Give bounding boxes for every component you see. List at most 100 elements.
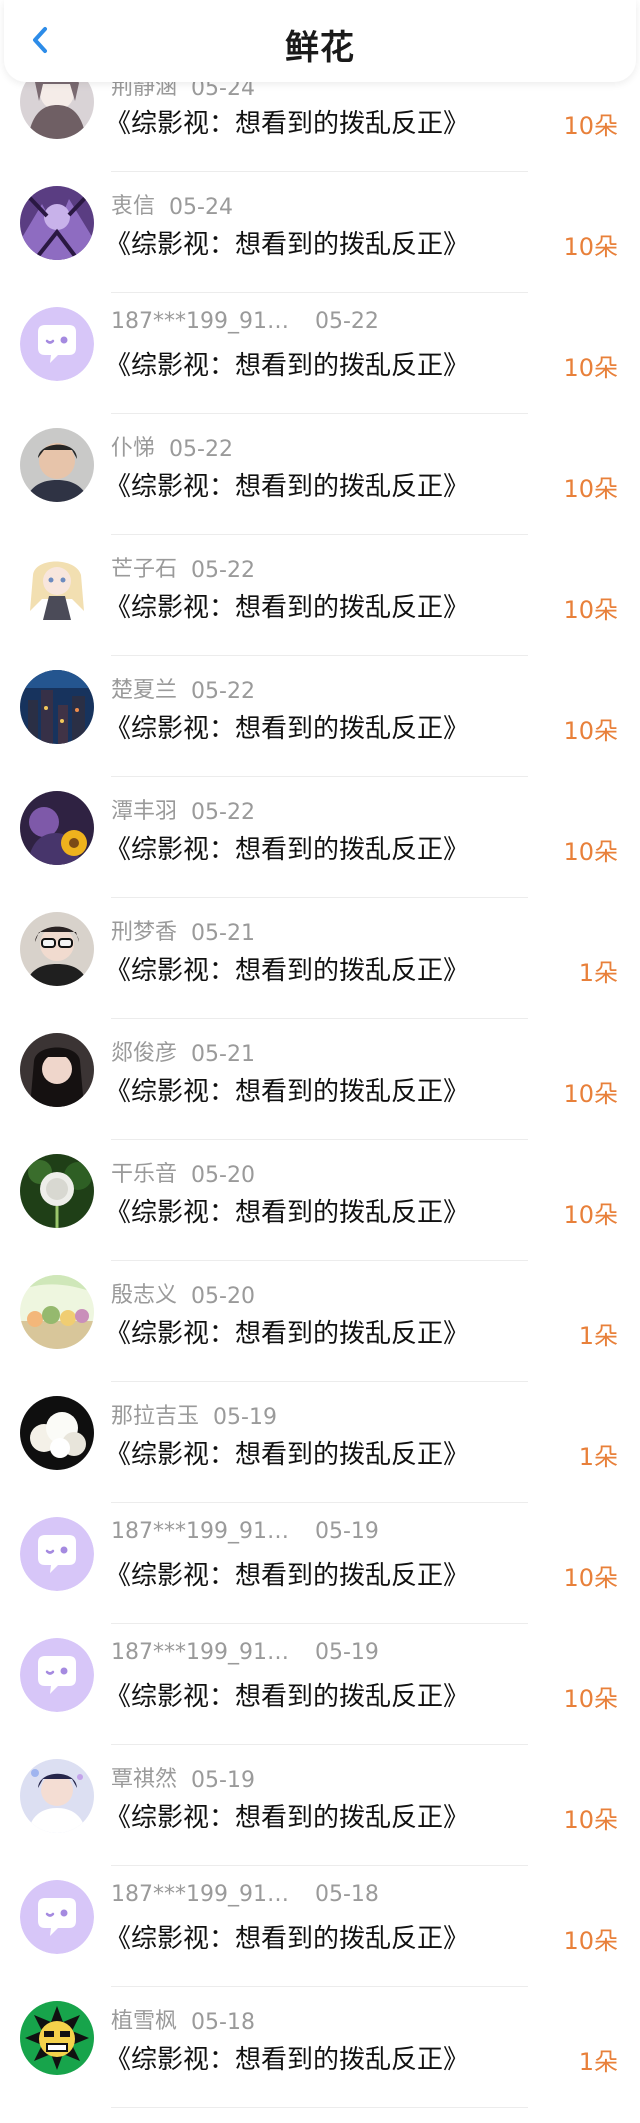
gift-row[interactable]: 187***199_915... 05-19 《综影视：想看到的拨乱反正》 10朵 xyxy=(0,1624,640,1745)
gift-date: 05-18 xyxy=(191,2010,255,2035)
work-title[interactable]: 《综影视：想看到的拨乱反正》 xyxy=(105,1192,469,1229)
gift-row[interactable]: 187***199_915... 05-19 《综影视：想看到的拨乱反正》 10朵 xyxy=(0,1503,640,1624)
gift-meta: 187***199_915... 05-18 xyxy=(111,1882,379,1907)
work-title[interactable]: 《综影视：想看到的拨乱反正》 xyxy=(105,345,469,382)
user-avatar[interactable] xyxy=(20,186,94,260)
work-title[interactable]: 《综影视：想看到的拨乱反正》 xyxy=(105,466,469,503)
user-avatar[interactable] xyxy=(20,1033,94,1107)
gift-date: 05-22 xyxy=(191,558,255,583)
work-title[interactable]: 《综影视：想看到的拨乱反正》 xyxy=(105,103,469,140)
username: 刑梦香 xyxy=(111,920,178,945)
gift-date: 05-19 xyxy=(191,1768,255,1793)
gift-row[interactable]: 芒子石 05-22 《综影视：想看到的拨乱反正》 10朵 xyxy=(0,535,640,656)
username: 那拉吉玉 xyxy=(111,1404,200,1429)
gift-date: 05-24 xyxy=(169,195,233,220)
default-chat-avatar-icon xyxy=(20,1880,94,1954)
work-title[interactable]: 《综影视：想看到的拨乱反正》 xyxy=(105,2039,469,2076)
user-avatar[interactable] xyxy=(20,2001,94,2075)
gift-meta: 潭丰羽 05-22 xyxy=(111,793,255,825)
gift-row[interactable]: 干乐音 05-20 《综影视：想看到的拨乱反正》 10朵 xyxy=(0,1140,640,1261)
user-avatar[interactable] xyxy=(20,1759,94,1833)
gift-row[interactable]: 植雪枫 05-18 《综影视：想看到的拨乱反正》 1朵 xyxy=(0,1987,640,2108)
anime-girl-avatar-icon xyxy=(20,549,94,623)
gift-row[interactable]: 那拉吉玉 05-19 《综影视：想看到的拨乱反正》 1朵 xyxy=(0,1382,640,1503)
gift-date: 05-22 xyxy=(191,800,255,825)
username: 潭丰羽 xyxy=(111,799,178,824)
gift-row[interactable]: 潭丰羽 05-22 《综影视：想看到的拨乱反正》 10朵 xyxy=(0,777,640,898)
username: 殷志义 xyxy=(111,1283,178,1308)
work-title[interactable]: 《综影视：想看到的拨乱反正》 xyxy=(105,950,469,987)
work-title[interactable]: 《综影视：想看到的拨乱反正》 xyxy=(105,1313,469,1350)
idol-avatar-icon xyxy=(20,1759,94,1833)
user-avatar[interactable] xyxy=(20,1154,94,1228)
gift-date: 05-19 xyxy=(315,1640,379,1665)
gift-row[interactable]: 覃祺然 05-19 《综影视：想看到的拨乱反正》 10朵 xyxy=(0,1745,640,1866)
work-title[interactable]: 《综影视：想看到的拨乱反正》 xyxy=(105,1676,469,1713)
user-avatar[interactable] xyxy=(20,1517,94,1591)
gift-row[interactable]: 荆静涵 05-24 《综影视：想看到的拨乱反正》 10朵 xyxy=(0,65,640,172)
work-title[interactable]: 《综影视：想看到的拨乱反正》 xyxy=(105,1071,469,1108)
username: 187***199_915... xyxy=(111,309,301,334)
gift-row[interactable]: 仆悌 05-22 《综影视：想看到的拨乱反正》 10朵 xyxy=(0,414,640,535)
gift-meta: 那拉吉玉 05-19 xyxy=(111,1398,277,1430)
gift-row[interactable]: 楚夏兰 05-22 《综影视：想看到的拨乱反正》 10朵 xyxy=(0,656,640,777)
gift-meta: 植雪枫 05-18 xyxy=(111,2003,255,2035)
gift-meta: 覃祺然 05-19 xyxy=(111,1761,255,1793)
flower-count: 10朵 xyxy=(563,717,618,745)
work-title[interactable]: 《综影视：想看到的拨乱反正》 xyxy=(105,1434,469,1471)
flower-count: 10朵 xyxy=(563,1080,618,1108)
purple-art-avatar-icon xyxy=(20,186,94,260)
dandelion-avatar-icon xyxy=(20,1154,94,1228)
work-title[interactable]: 《综影视：想看到的拨乱反正》 xyxy=(105,829,469,866)
default-chat-avatar-icon xyxy=(20,1517,94,1591)
username: 楚夏兰 xyxy=(111,678,178,703)
gift-row[interactable]: 殷志义 05-20 《综影视：想看到的拨乱反正》 1朵 xyxy=(0,1261,640,1382)
work-title[interactable]: 《综影视：想看到的拨乱反正》 xyxy=(105,708,469,745)
user-avatar[interactable] xyxy=(20,1275,94,1349)
user-avatar[interactable] xyxy=(20,1396,94,1470)
gift-row[interactable]: 刑梦香 05-21 《综影视：想看到的拨乱反正》 1朵 xyxy=(0,898,640,1019)
flower-count: 10朵 xyxy=(563,1927,618,1955)
city-night-avatar-icon xyxy=(20,670,94,744)
flower-count: 1朵 xyxy=(578,959,618,987)
username: 植雪枫 xyxy=(111,2009,178,2034)
user-avatar[interactable] xyxy=(20,1880,94,1954)
user-avatar[interactable] xyxy=(20,428,94,502)
gift-meta: 仆悌 05-22 xyxy=(111,430,233,462)
gift-row[interactable]: 187***199_915... 05-22 《综影视：想看到的拨乱反正》 10朵 xyxy=(0,293,640,414)
flower-count: 1朵 xyxy=(578,1322,618,1350)
flower-count: 10朵 xyxy=(563,475,618,503)
gift-meta: 芒子石 05-22 xyxy=(111,551,255,583)
top-bar: 鲜花 xyxy=(4,0,636,82)
gift-date: 05-22 xyxy=(191,679,255,704)
username: 郯俊彦 xyxy=(111,1041,178,1066)
work-title[interactable]: 《综影视：想看到的拨乱反正》 xyxy=(105,1555,469,1592)
gift-row[interactable]: 衷信 05-24 《综影视：想看到的拨乱反正》 10朵 xyxy=(0,172,640,293)
gift-date: 05-19 xyxy=(315,1519,379,1544)
flower-count: 10朵 xyxy=(563,233,618,261)
flower-count: 1朵 xyxy=(578,1443,618,1471)
user-avatar[interactable] xyxy=(20,307,94,381)
flower-count: 10朵 xyxy=(563,354,618,382)
username: 187***199_915... xyxy=(111,1882,301,1907)
user-avatar[interactable] xyxy=(20,1638,94,1712)
flower-count: 1朵 xyxy=(578,2048,618,2076)
cartoon-mask-avatar-icon xyxy=(20,2001,94,2075)
white-flowers-avatar-icon xyxy=(20,1396,94,1470)
username: 187***199_915... xyxy=(111,1519,301,1544)
gift-date: 05-21 xyxy=(191,921,255,946)
gift-row[interactable]: 郯俊彦 05-21 《综影视：想看到的拨乱反正》 10朵 xyxy=(0,1019,640,1140)
work-title[interactable]: 《综影视：想看到的拨乱反正》 xyxy=(105,587,469,624)
user-avatar[interactable] xyxy=(20,791,94,865)
user-avatar[interactable] xyxy=(20,549,94,623)
gift-meta: 187***199_915... 05-22 xyxy=(111,309,379,334)
gift-date: 05-18 xyxy=(315,1882,379,1907)
user-avatar[interactable] xyxy=(20,670,94,744)
work-title[interactable]: 《综影视：想看到的拨乱反正》 xyxy=(105,1797,469,1834)
gift-date: 05-19 xyxy=(213,1405,277,1430)
work-title[interactable]: 《综影视：想看到的拨乱反正》 xyxy=(105,224,469,261)
work-title[interactable]: 《综影视：想看到的拨乱反正》 xyxy=(105,1918,469,1955)
flower-count: 10朵 xyxy=(563,1806,618,1834)
user-avatar[interactable] xyxy=(20,912,94,986)
gift-row[interactable]: 187***199_915... 05-18 《综影视：想看到的拨乱反正》 10朵 xyxy=(0,1866,640,1987)
